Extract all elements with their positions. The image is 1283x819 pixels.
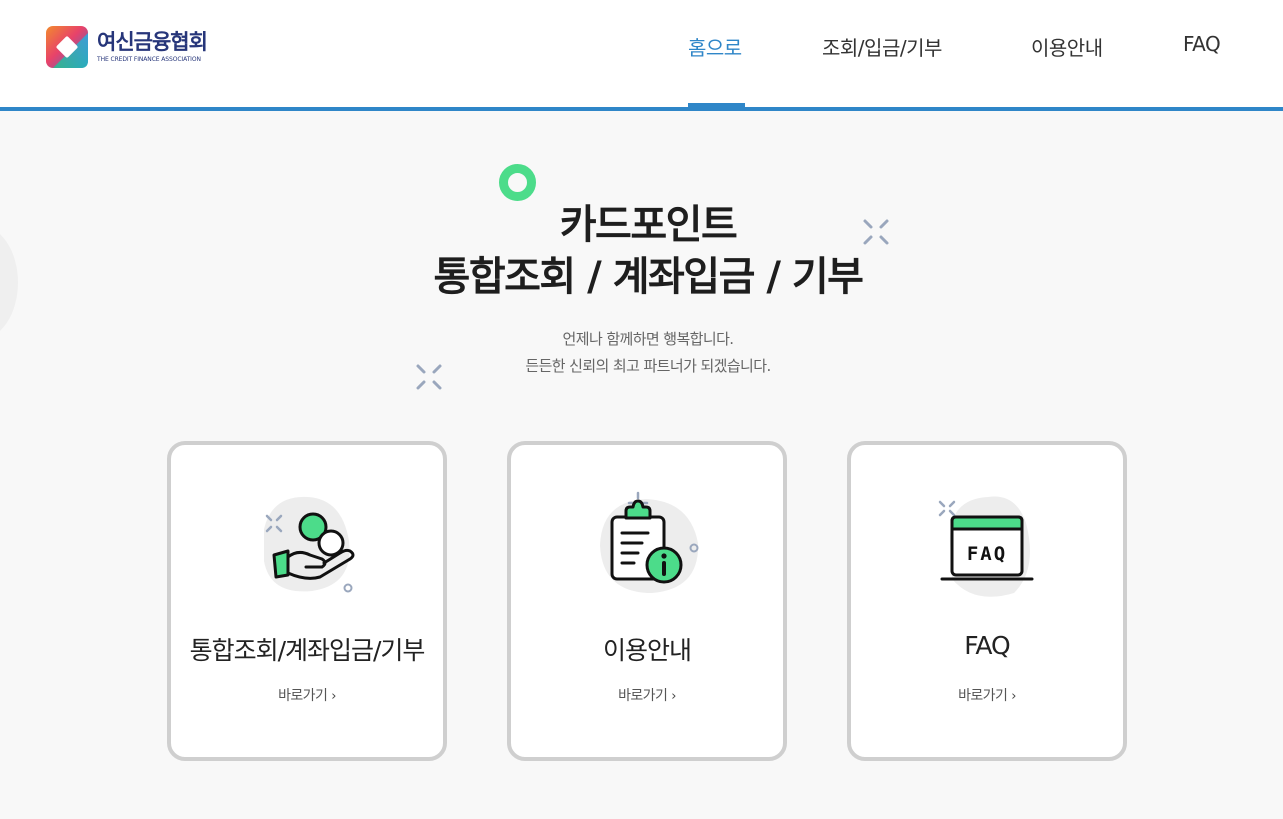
chevron-right-icon: ›	[1011, 689, 1016, 704]
card-usage-guide[interactable]: 이용안내 바로가기 ›	[507, 441, 787, 761]
hero-subtitle: 언제나 함께하면 행복합니다. 든든한 신뢰의 최고 파트너가 되겠습니다.	[0, 326, 1283, 380]
go-link[interactable]: 바로가기 ›	[171, 685, 443, 705]
main-nav: 홈으로 조회/입금/기부 이용안내 FAQ	[0, 0, 1283, 108]
go-link[interactable]: 바로가기 ›	[511, 685, 783, 705]
chevron-right-icon: ›	[331, 689, 336, 704]
header: 여신금융협회 THE CREDIT FINANCE ASSOCIATION 홈으…	[0, 0, 1283, 111]
active-nav-indicator	[688, 103, 745, 108]
hand-coins-icon	[264, 496, 355, 593]
hero-subtitle-line-1: 언제나 함께하면 행복합니다.	[562, 330, 735, 348]
hero-title-line-1: 카드포인트	[559, 202, 738, 248]
faq-board-icon: FAQ	[938, 496, 1034, 597]
clipboard-info-icon	[600, 491, 699, 593]
nav-item-usage-guide[interactable]: 이용안내	[1031, 32, 1103, 60]
hero-subtitle-line-2: 든든한 신뢰의 최고 파트너가 되겠습니다.	[525, 357, 771, 375]
card-inquiry-deposit-donation[interactable]: 통합조회/계좌입금/기부 바로가기 ›	[167, 441, 447, 761]
card-title: FAQ	[964, 631, 1010, 660]
nav-item-home[interactable]: 홈으로	[688, 32, 742, 60]
faq-icon-text: FAQ	[967, 543, 1007, 565]
green-ring-decoration	[499, 164, 536, 201]
nav-item-inquiry-deposit-donation[interactable]: 조회/입금/기부	[822, 32, 942, 60]
go-link-label: 바로가기	[278, 688, 328, 704]
nav-item-faq[interactable]: FAQ	[1183, 32, 1221, 60]
card-title: 통합조회/계좌입금/기부	[189, 636, 426, 665]
card-title: 이용안내	[602, 636, 692, 665]
go-link-label: 바로가기	[618, 688, 668, 704]
card-faq[interactable]: FAQ FAQ 바로가기 ›	[847, 441, 1127, 761]
chevron-right-icon: ›	[671, 689, 676, 704]
hero-title: 카드포인트 통합조회 / 계좌입금 / 기부	[0, 199, 1283, 303]
go-link-label: 바로가기	[958, 688, 1008, 704]
go-link[interactable]: 바로가기 ›	[851, 685, 1123, 705]
hero-title-line-2: 통합조회 / 계좌입금 / 기부	[433, 254, 864, 300]
